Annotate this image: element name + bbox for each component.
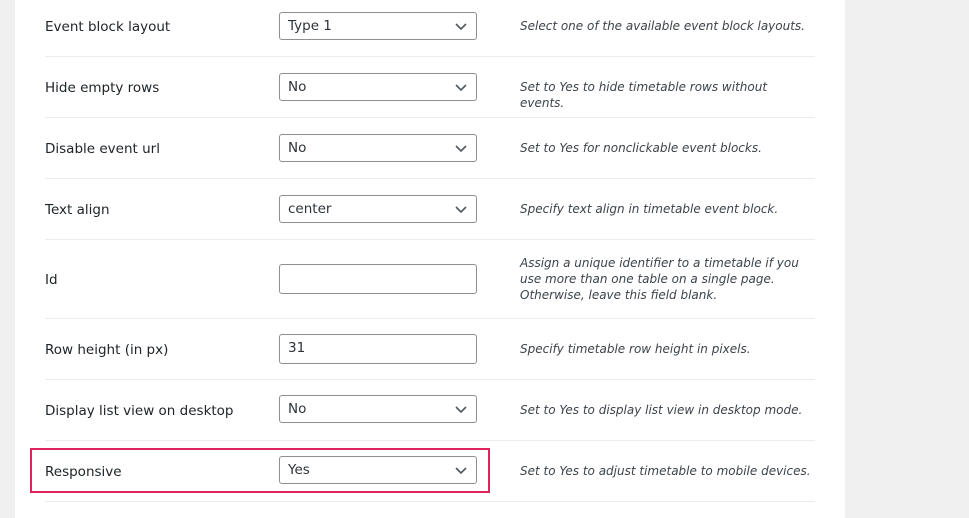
setting-label: Event block layout xyxy=(45,19,171,35)
chevron-down-icon xyxy=(455,84,467,92)
select-value: center xyxy=(288,201,332,217)
setting-row-disable-event-url: Disable event url No Set to Yes for nonc… xyxy=(45,118,815,179)
setting-label: Row height (in px) xyxy=(45,342,169,358)
setting-row-hide-empty-rows: Hide empty rows No Set to Yes to hide ti… xyxy=(45,57,815,118)
id-input[interactable] xyxy=(279,264,477,294)
select-value: No xyxy=(288,401,307,417)
settings-panel: Event block layout Type 1 Select one of … xyxy=(15,0,845,518)
input-value: 31 xyxy=(288,340,306,356)
setting-description: Specify text align in timetable event bl… xyxy=(520,202,779,216)
responsive-highlight-box xyxy=(30,448,490,493)
select-value: No xyxy=(288,79,307,95)
setting-description: Assign a unique identifier to a timetabl… xyxy=(520,256,799,302)
setting-row-row-height: Row height (in px) 31 Specify timetable … xyxy=(45,319,815,380)
select-value: Type 1 xyxy=(288,18,332,34)
hide-empty-rows-select[interactable]: No xyxy=(279,73,477,101)
display-list-view-select[interactable]: No xyxy=(279,395,477,423)
setting-row-id: Id Assign a unique identifier to a timet… xyxy=(45,240,815,319)
setting-label: Display list view on desktop xyxy=(45,403,234,419)
disable-event-url-select[interactable]: No xyxy=(279,134,477,162)
setting-label: Hide empty rows xyxy=(45,80,160,96)
setting-label: Disable event url xyxy=(45,141,160,157)
setting-row-event-block-layout: Event block layout Type 1 Select one of … xyxy=(45,0,815,57)
row-height-input[interactable]: 31 xyxy=(279,334,477,364)
setting-label: Text align xyxy=(45,202,110,218)
setting-description: Set to Yes to adjust timetable to mobile… xyxy=(520,464,811,478)
setting-description: Select one of the available event block … xyxy=(520,19,805,33)
text-align-select[interactable]: center xyxy=(279,195,477,223)
setting-label: Id xyxy=(45,272,58,288)
setting-description: Set to Yes for nonclickable event blocks… xyxy=(520,141,762,155)
select-value: No xyxy=(288,140,307,156)
chevron-down-icon xyxy=(455,406,467,414)
chevron-down-icon xyxy=(455,145,467,153)
chevron-down-icon xyxy=(455,206,467,214)
setting-description: Set to Yes to display list view in deskt… xyxy=(520,403,803,417)
setting-description: Specify timetable row height in pixels. xyxy=(520,342,751,356)
setting-row-text-align: Text align center Specify text align in … xyxy=(45,179,815,240)
setting-row-display-list-view: Display list view on desktop No Set to Y… xyxy=(45,380,815,441)
chevron-down-icon xyxy=(455,23,467,31)
event-block-layout-select[interactable]: Type 1 xyxy=(279,12,477,40)
setting-description: Set to Yes to hide timetable rows withou… xyxy=(520,80,768,110)
